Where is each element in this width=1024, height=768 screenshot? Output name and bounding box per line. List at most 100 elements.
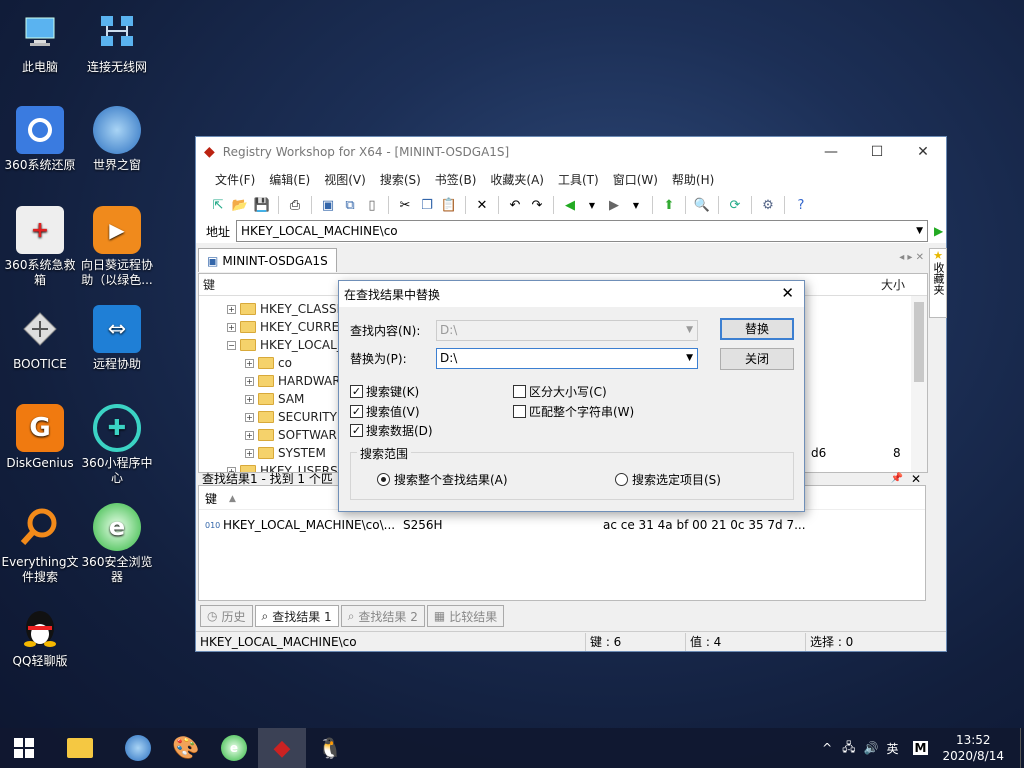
computer-icon[interactable]: ▣ [318,195,338,215]
taskbar-explorer[interactable] [56,728,104,768]
clock[interactable]: 13:52 2020/8/14 [942,732,1004,764]
checkbox-checked-icon[interactable]: ✓ [350,405,363,418]
taskbar-world-window[interactable] [114,728,162,768]
undo-icon[interactable]: ↶ [505,195,525,215]
menu-bookmarks[interactable]: 书签(B) [435,171,477,188]
minimize-button[interactable]: — [808,137,854,167]
replace-input[interactable]: D:\ ▼ [436,348,698,369]
360-miniapp-icon[interactable]: ✚ 360小程序中心 [77,404,157,486]
settings-gear-icon[interactable]: ⚙ [758,195,778,215]
tree-node[interactable]: + HKEY_CLASSE [227,300,344,318]
menu-help[interactable]: 帮助(H) [672,171,714,188]
chevron-down-icon[interactable]: ▼ [582,195,602,215]
menu-window[interactable]: 窗口(W) [613,171,658,188]
show-desktop[interactable] [1020,728,1024,768]
qq-icon[interactable]: QQ轻聊版 [0,602,80,669]
vertical-scrollbar[interactable] [911,296,927,472]
taskbar-360-browser[interactable]: e [210,728,258,768]
check-match-case[interactable]: 区分大小写(C) [513,383,607,400]
favorites-side-panel[interactable]: ★ 收藏夹 [929,248,947,318]
find-icon[interactable]: 🔍 [692,195,712,215]
expand-icon[interactable]: + [245,430,254,440]
tab-nav-arrows[interactable]: ◂ ▸ ✕ [899,252,924,263]
chevron-up-icon[interactable]: ^ [822,741,832,755]
taskbar-registry-workshop[interactable]: ◆ [258,728,306,768]
help-icon[interactable]: ? [791,195,811,215]
back-icon[interactable]: ◀ [560,195,580,215]
radio-scope-selected[interactable]: 搜索选定项目(S) [615,471,721,488]
tree-node[interactable]: + SAM [245,390,304,408]
checkbox-icon[interactable] [513,405,526,418]
close-button[interactable]: 关闭 [720,348,794,370]
expand-icon[interactable]: + [245,376,254,386]
expand-icon[interactable]: + [227,304,236,314]
this-pc-icon[interactable]: 此电脑 [0,8,80,75]
menu-favorites[interactable]: 收藏夹(A) [490,171,544,188]
tab-history[interactable]: ◷ 历史 [200,605,253,627]
close-button[interactable]: ✕ [900,137,946,167]
radio-selected-icon[interactable] [377,473,390,486]
paste-icon[interactable]: 📋 [439,195,459,215]
tree-node[interactable]: + SYSTEM [245,444,326,462]
copy-icon[interactable]: ❐ [417,195,437,215]
checkbox-checked-icon[interactable]: ✓ [350,424,363,437]
tree-node[interactable]: + HARDWAR [245,372,341,390]
redo-icon[interactable]: ↷ [527,195,547,215]
open-folder-icon[interactable]: 📂 [230,195,250,215]
check-search-data[interactable]: ✓ 搜索数据(D) [350,422,433,439]
checkbox-icon[interactable] [513,385,526,398]
network-icon[interactable]: 🖧 [842,738,855,759]
tab-find-results-2[interactable]: ⌕ 查找结果 2 [340,605,425,627]
everything-icon[interactable]: Everything文件搜索 [0,503,80,585]
taskbar-paint[interactable]: 🎨 [162,728,210,768]
scrollbar-thumb[interactable] [914,302,924,382]
taskbar-qq[interactable]: 🐧 [306,728,354,768]
360-browser-icon[interactable]: e 360安全浏览器 [77,503,157,585]
cut-icon[interactable]: ✂ [395,195,415,215]
radio-icon[interactable] [615,473,628,486]
world-window-icon[interactable]: 世界之窗 [77,106,157,173]
table-row[interactable]: 010 HKEY_LOCAL_MACHINE\co\... S256H ac c… [199,514,925,536]
forward-icon[interactable]: ▶ [604,195,624,215]
tab-minint[interactable]: ▣ MININT-OSDGA1S [198,248,337,272]
pin-icon[interactable]: 📌 [891,473,903,484]
wifi-connect-icon[interactable]: 连接无线网 [77,8,157,75]
menu-tools[interactable]: 工具(T) [558,171,599,188]
export-icon[interactable]: ⇱ [208,195,228,215]
remote-assist-icon[interactable]: ⇔ 远程协助 [77,305,157,372]
check-search-keys[interactable]: ✓ 搜索键(K) [350,383,419,400]
expand-icon[interactable]: + [245,412,254,422]
chevron-down-icon[interactable]: ▼ [686,321,693,340]
print-icon[interactable]: ⎙ [285,195,305,215]
menu-file[interactable]: 文件(F) [215,171,255,188]
disconnect-icon[interactable]: ▯ [362,195,382,215]
checkbox-checked-icon[interactable]: ✓ [350,385,363,398]
bootice-icon[interactable]: BOOTICE [0,305,80,372]
address-input[interactable]: HKEY_LOCAL_MACHINE\co ▼ [236,220,929,242]
tree-node[interactable]: − HKEY_LOCAL_ [227,336,343,354]
radio-scope-all[interactable]: 搜索整个查找结果(A) [377,471,508,488]
diskgenius-icon[interactable]: G DiskGenius [0,404,80,471]
sunlogin-icon[interactable]: ▶ 向日葵远程协助（以绿色... [77,206,157,288]
expand-icon[interactable]: + [245,394,254,404]
chevron-down-icon[interactable]: ▼ [686,349,693,368]
menu-view[interactable]: 视图(V) [324,171,366,188]
go-up-icon[interactable]: ⬆ [659,195,679,215]
expand-icon[interactable]: + [245,448,254,458]
collapse-icon[interactable]: − [227,340,236,350]
chevron-down-icon[interactable]: ▼ [626,195,646,215]
refresh-icon[interactable]: ⟳ [725,195,745,215]
speaker-icon[interactable]: 🔊 [864,741,879,755]
tree-node[interactable]: + SOFTWAR [245,426,337,444]
check-search-values[interactable]: ✓ 搜索值(V) [350,403,420,420]
tree-node[interactable]: + co [245,354,292,372]
tab-find-results-1[interactable]: ⌕ 查找结果 1 [254,605,339,627]
menu-search[interactable]: 搜索(S) [380,171,421,188]
ime-indicator[interactable]: 英 [887,740,899,757]
expand-icon[interactable]: + [227,322,236,332]
start-button[interactable] [0,728,48,768]
maximize-button[interactable]: ☐ [854,137,900,167]
tree-node[interactable]: + HKEY_CURREI [227,318,343,336]
save-icon[interactable]: 💾 [252,195,272,215]
close-icon[interactable]: ✕ [781,284,794,302]
